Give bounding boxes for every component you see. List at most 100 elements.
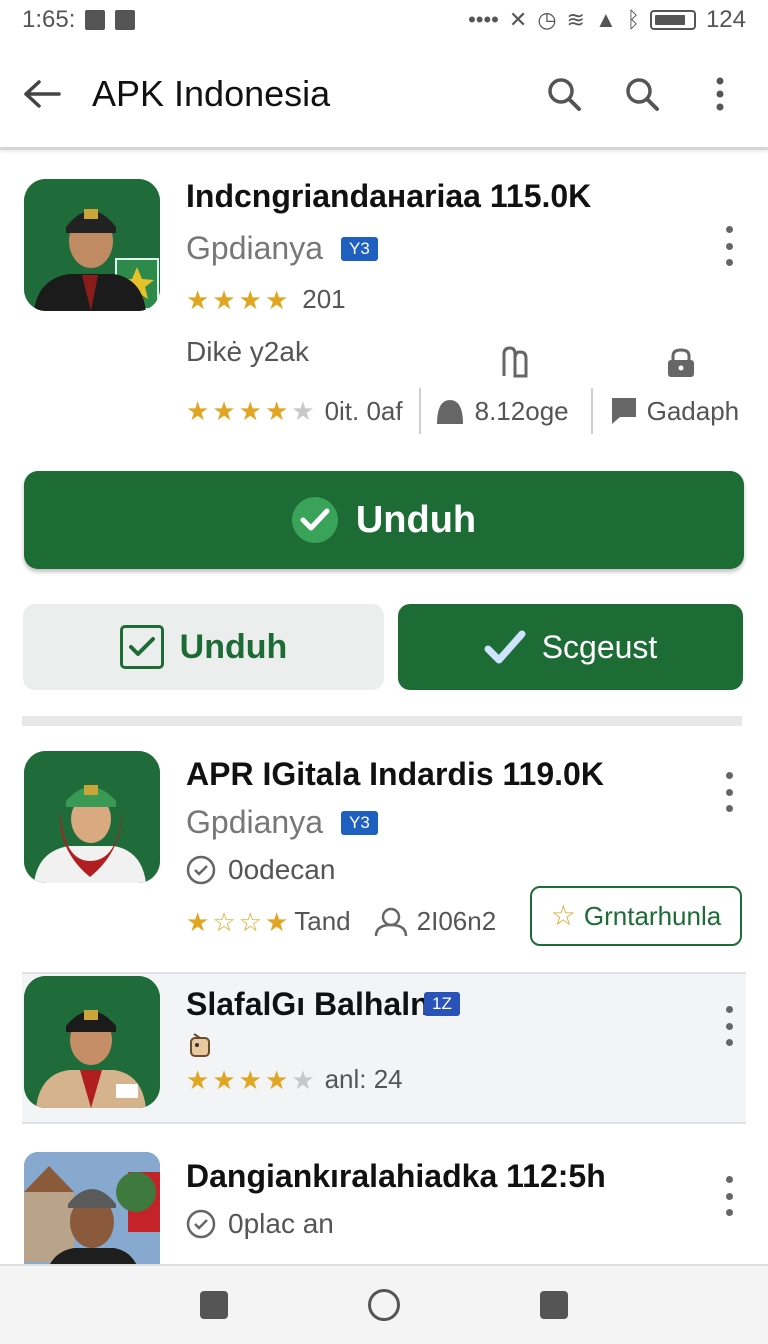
battery-icon xyxy=(649,10,696,30)
app-avatar[interactable] xyxy=(24,976,160,1108)
list-item[interactable]: Dangiankıralahiadka 112:5h 0plac an xyxy=(0,1150,768,1284)
nav-home-button[interactable] xyxy=(368,1289,400,1321)
status-text: 0plac an xyxy=(228,1208,334,1239)
item-menu-icon[interactable] xyxy=(724,772,734,812)
checkbox-icon xyxy=(119,625,164,669)
item-menu-icon[interactable] xyxy=(724,226,734,266)
nav-recents-button[interactable] xyxy=(540,1291,568,1319)
bluetooth-icon: ᛒ xyxy=(626,7,640,32)
mute-icon: ✕ xyxy=(508,7,528,32)
detail-label: Dikė y2ak xyxy=(186,336,309,367)
star-icon: ★ xyxy=(238,284,262,315)
detail-rating-text: 0it. 0af xyxy=(324,395,403,426)
rating-count: 201 xyxy=(302,284,346,314)
page-title: APK Indonesia xyxy=(92,72,331,114)
lock-icon xyxy=(668,348,694,377)
app-title[interactable]: Dangiankıralahiadka 112:5h xyxy=(186,1158,606,1195)
section-divider xyxy=(22,716,742,726)
suggest-button[interactable]: Scgeust xyxy=(398,604,743,690)
category-text: Gadaph xyxy=(646,395,740,426)
user-outline-icon xyxy=(374,907,407,936)
rating-text: anl: 24 xyxy=(324,1064,403,1094)
item-menu-icon[interactable] xyxy=(724,1006,734,1046)
star-outline-icon: ☆ xyxy=(212,906,236,937)
status-bar: 1:65: •••• ✕ ◷ ≋ ▲ ᛒ 124 xyxy=(0,0,768,40)
status-row: 0odecan xyxy=(186,854,335,886)
item-menu-icon[interactable] xyxy=(724,1176,734,1216)
nav-back-button[interactable] xyxy=(200,1291,228,1319)
list-item[interactable]: SlafalGı Balhaln 1Z ★ ★ ★ ★ ★ anl: 24 xyxy=(0,972,768,1124)
checkmark-icon xyxy=(484,630,526,664)
wifi-icon: ≋ xyxy=(566,7,585,32)
detail-stats-row: ★ ★ ★ ★ ★ 0it. 0af 8.12oge Gadaph xyxy=(186,388,739,434)
signal-icon: ▲ xyxy=(594,7,617,32)
storage-icon xyxy=(502,346,528,378)
app-title[interactable]: SlafalGı Balhaln xyxy=(186,986,430,1023)
rating-text: Tand xyxy=(294,906,351,936)
suggest-button-label: Scgeust xyxy=(541,628,658,665)
star-icon: ★ xyxy=(212,396,236,426)
star-icon: ★ xyxy=(186,906,210,937)
more-notifications-icon: •••• xyxy=(468,7,499,32)
user-icon xyxy=(436,400,463,424)
app-avatar[interactable] xyxy=(24,751,160,883)
battery-level: 124 xyxy=(705,6,746,33)
favorite-button[interactable]: ☆ Grntarhunla xyxy=(530,886,742,946)
overflow-menu-icon[interactable] xyxy=(700,74,740,114)
app-developer: Gpdianya xyxy=(186,230,323,266)
download-secondary-button[interactable]: Unduh xyxy=(23,604,384,690)
star-icon: ★ xyxy=(264,1064,289,1095)
star-half-icon: ★ xyxy=(264,396,289,426)
app-subtitle-row: Gpdianya Y3 xyxy=(186,804,378,841)
size-text: 8.12oge xyxy=(474,395,569,426)
star-outline-icon: ☆ xyxy=(550,900,576,931)
divider xyxy=(590,388,593,434)
search-secondary-icon[interactable] xyxy=(622,74,662,114)
status-time: 1:65: xyxy=(22,6,76,33)
search-icon[interactable] xyxy=(544,74,584,114)
comment-icon xyxy=(611,398,636,424)
star-icon: ★ xyxy=(238,1064,262,1095)
star-icon: ★ xyxy=(186,396,210,426)
star-empty-icon: ★ xyxy=(291,396,315,426)
app-subtitle-row: Gpdianya Y3 xyxy=(186,230,378,267)
version-badge: Y3 xyxy=(340,810,378,835)
star-empty-icon: ★ xyxy=(291,1064,315,1095)
version-badge: Y3 xyxy=(340,236,378,261)
detail-star-rating: ★ ★ ★ ★ ★ xyxy=(186,398,315,424)
rating-row: ★ ★ ★ ★ ★ anl: 24 xyxy=(186,1064,403,1095)
star-icon: ★ xyxy=(264,284,289,315)
check-circle-icon xyxy=(186,855,216,885)
app-title[interactable]: Indcngriandaнariaa 115.0K xyxy=(186,178,591,215)
version-badge: 1Z xyxy=(424,992,460,1016)
star-icon: ★ xyxy=(238,396,262,426)
status-row: 0plac an xyxy=(186,1208,334,1240)
app-bar: APK Indonesia xyxy=(0,40,768,150)
star-rating: ★ ☆ ☆ ★ xyxy=(186,909,288,935)
download-count: 2I06n2 xyxy=(416,906,497,936)
download-secondary-label: Unduh xyxy=(179,627,288,666)
featured-app-card[interactable]: Indcngriandaнariaa 115.0K Gpdianya Y3 ★ … xyxy=(0,160,768,460)
image-notification-icon xyxy=(85,10,106,30)
favorite-button-label: Grntarhunla xyxy=(583,900,722,931)
star-rating: ★ ★ ★ ★ ★ xyxy=(186,1067,315,1093)
check-circle-icon xyxy=(186,1209,216,1239)
back-arrow-icon[interactable] xyxy=(22,74,62,114)
emoji-icon xyxy=(190,1033,210,1057)
download-button[interactable]: Unduh xyxy=(24,471,744,569)
checkmark-badge-icon xyxy=(291,497,338,543)
star-half-icon: ★ xyxy=(264,906,289,937)
divider xyxy=(418,388,421,434)
star-icon: ★ xyxy=(186,1064,210,1095)
alarm-icon: ◷ xyxy=(537,7,557,32)
app-developer: Gpdianya xyxy=(186,804,323,840)
photo-notification-icon xyxy=(115,10,136,30)
app-avatar[interactable] xyxy=(24,179,160,311)
star-icon: ★ xyxy=(212,1064,236,1095)
download-button-label: Unduh xyxy=(355,498,477,541)
rating-row: ★ ★ ★ ★ 201 xyxy=(186,284,346,315)
app-title[interactable]: APR IGitala Indardis 119.0K xyxy=(186,756,604,793)
star-icon: ★ xyxy=(186,284,210,315)
status-text: 0odecan xyxy=(228,854,336,885)
star-icon: ★ xyxy=(212,284,236,315)
